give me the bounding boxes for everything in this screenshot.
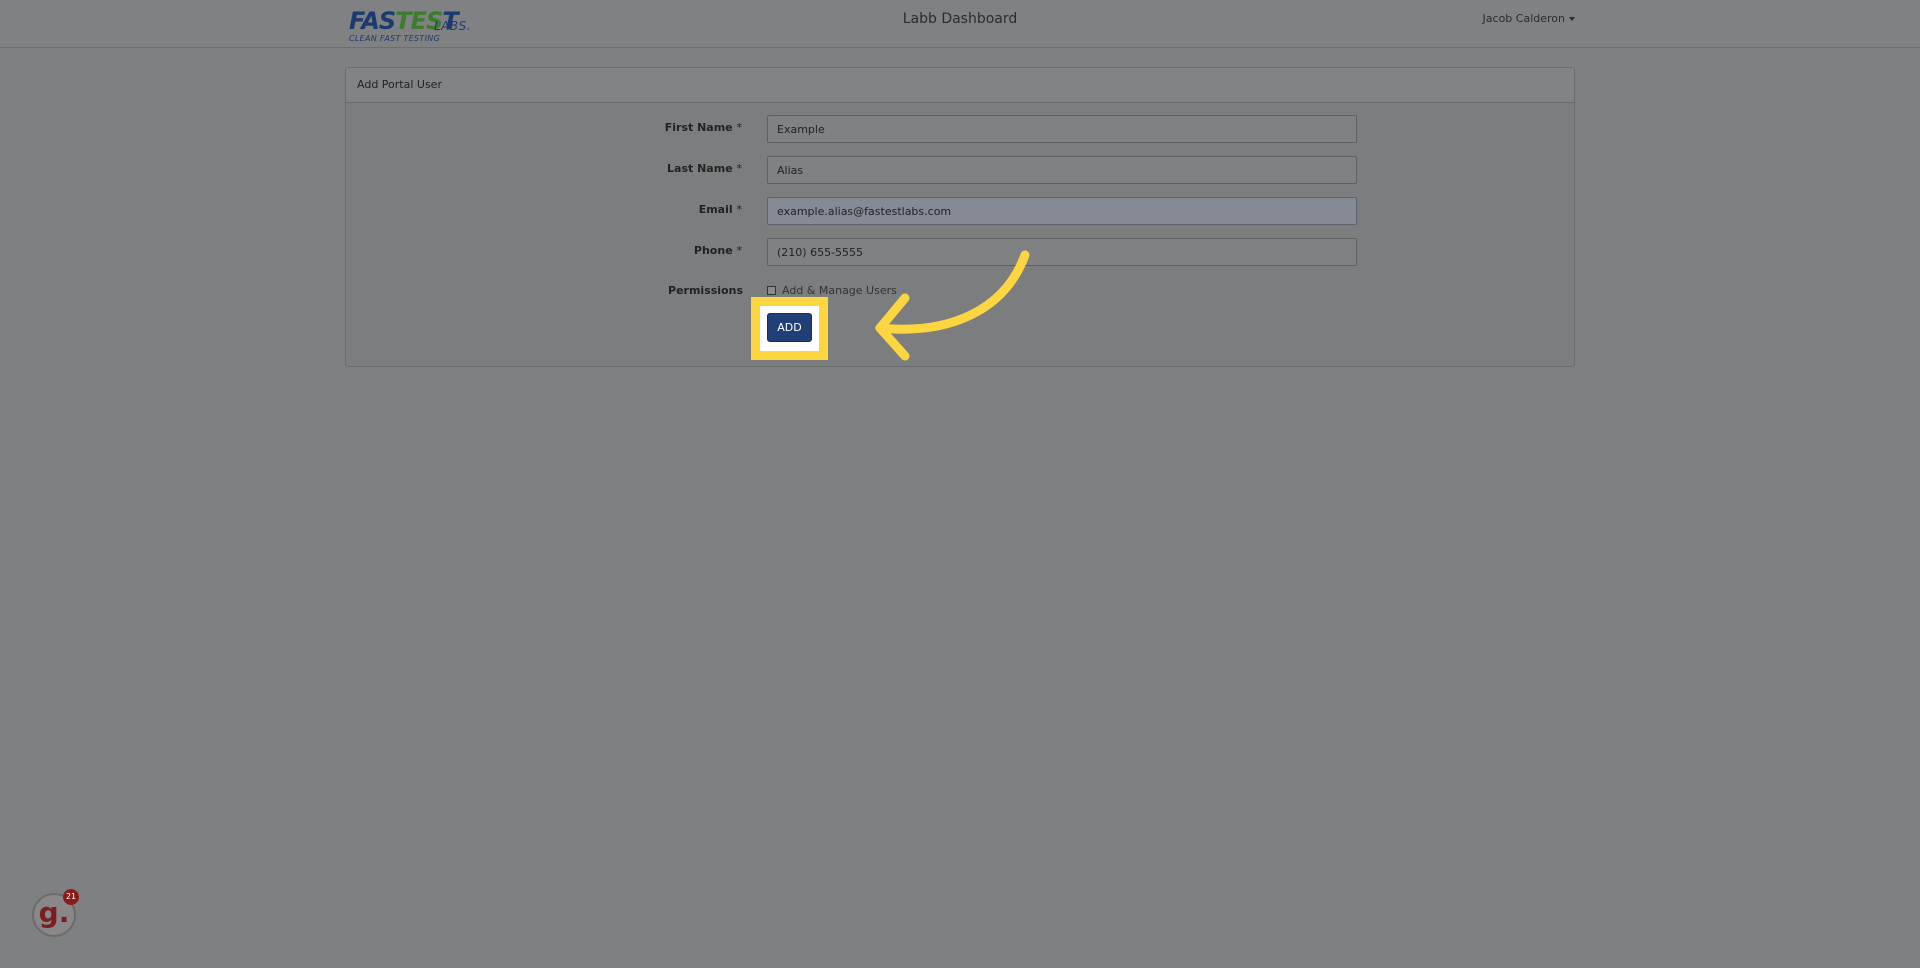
logo-tagline: CLEAN FAST TESTING bbox=[349, 34, 441, 43]
first-name-label: First Name * bbox=[664, 121, 742, 134]
first-name-input[interactable] bbox=[767, 115, 1357, 143]
top-navbar: FASTEST LABS. CLEAN FAST TESTING Labb Da… bbox=[0, 0, 1920, 48]
notification-count-badge: 21 bbox=[63, 889, 79, 905]
guide-widget-button[interactable]: g. 21 bbox=[32, 889, 79, 937]
user-menu[interactable]: Jacob Calderon bbox=[1483, 12, 1575, 25]
last-name-label: Last Name * bbox=[667, 162, 742, 175]
permissions-label: Permissions bbox=[668, 284, 743, 297]
add-manage-users-label[interactable]: Add & Manage Users bbox=[782, 284, 897, 297]
last-name-input[interactable] bbox=[767, 156, 1357, 184]
add-button[interactable]: ADD bbox=[767, 313, 812, 342]
caret-down-icon bbox=[1569, 17, 1575, 21]
email-input[interactable] bbox=[767, 197, 1357, 225]
phone-label: Phone * bbox=[693, 244, 742, 257]
email-label: Email * bbox=[698, 203, 742, 216]
phone-input[interactable] bbox=[767, 238, 1357, 266]
page-title: Labb Dashboard bbox=[902, 11, 1018, 27]
panel-heading: Add Portal User bbox=[346, 68, 1574, 103]
add-manage-users-checkbox[interactable] bbox=[767, 286, 776, 295]
user-name: Jacob Calderon bbox=[1482, 12, 1565, 25]
